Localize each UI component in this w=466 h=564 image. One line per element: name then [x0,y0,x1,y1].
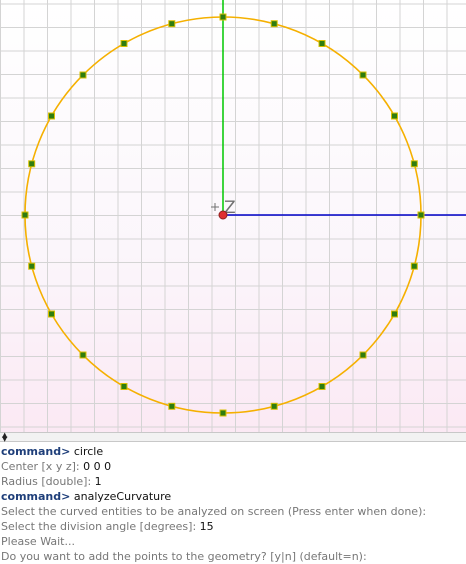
curvature-point [79,71,87,79]
output-text: Please Wait... [1,535,75,548]
command-prompt: command> [1,445,71,458]
command-prompt: command> [1,490,71,503]
curvature-point [219,409,227,417]
curvature-point [417,211,425,219]
curvature-point [359,351,367,359]
curvature-point [28,160,36,168]
curvature-point [28,262,36,270]
up-down-arrows-icon[interactable]: ▲ ▼ [2,432,7,443]
curvature-point [270,402,278,410]
input-value: 1 [94,475,102,488]
curvature-point [168,402,176,410]
command-console[interactable]: command> circle Center [x y z]: 0 0 0 Ra… [0,442,466,563]
console-line: command> circle [1,444,466,459]
curvature-point [219,13,227,21]
panel-splitter[interactable]: ▲ ▼ [0,432,466,443]
curvature-point [318,40,326,47]
output-text: Select the division angle [degrees]: [1,520,197,533]
input-value: 0 0 0 [83,460,112,473]
curvature-point [79,351,87,359]
command-text: circle [73,445,104,458]
console-line: command> analyzeCurvature [1,489,466,504]
curvature-point [270,20,278,28]
curvature-point [391,310,398,318]
console-line: Select the curved entities to be analyze… [1,504,466,519]
curvature-point [318,383,326,390]
command-text: analyzeCurvature [73,490,172,503]
curvature-point [168,20,176,28]
console-line: Please Wait... [1,534,466,549]
3d-viewport[interactable]: Z [0,0,466,432]
output-text: Do you want to add the points to the geo… [1,550,367,563]
output-text: Radius [double]: [1,475,92,488]
curvature-point [410,160,418,168]
curvature-point [120,40,128,47]
input-value: 15 [199,520,214,533]
curvature-point [21,211,29,219]
curvature-point [120,383,128,390]
curvature-point [410,262,418,270]
curvature-point [48,112,55,120]
curvature-point [48,310,55,318]
origin-point [218,210,228,220]
console-line: Select the division angle [degrees]: 15 [1,519,466,534]
output-text: Center [x y z]: [1,460,80,473]
viewport-canvas[interactable]: Z [0,0,466,432]
curvature-point [391,112,398,120]
curvature-point [359,71,367,79]
console-line: Do you want to add the points to the geo… [1,549,466,564]
console-line: Radius [double]: 1 [1,474,466,489]
console-line: Center [x y z]: 0 0 0 [1,459,466,474]
output-text: Select the curved entities to be analyze… [1,505,427,518]
